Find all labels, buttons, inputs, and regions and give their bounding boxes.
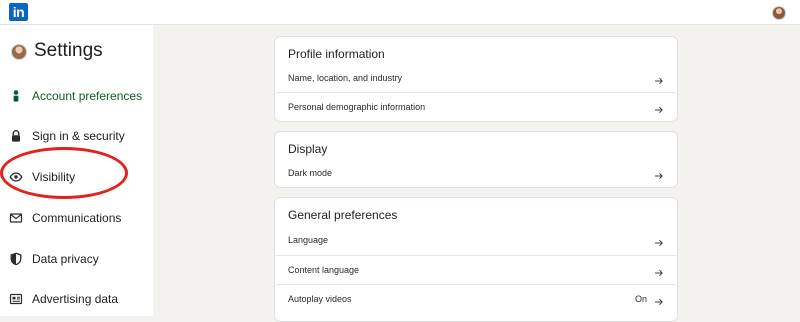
sidebar-item-advertising-data[interactable]: Advertising data [0,285,153,313]
sidebar-item-visibility[interactable]: Visibility [0,163,153,191]
arrow-right-icon [654,73,664,85]
profile-avatar[interactable] [772,6,786,20]
newspaper-icon [9,292,23,306]
sidebar-item-label: Account preferences [32,89,143,103]
linkedin-logo[interactable]: in [9,3,28,21]
arrow-right-icon [654,294,664,306]
eye-icon [9,170,23,184]
sidebar-item-label: Data privacy [32,252,99,266]
lock-icon [9,129,23,143]
row-label: Language [288,235,329,245]
section-title: Display [288,142,328,156]
sidebar-item-account-preferences[interactable]: Account preferences [0,82,153,110]
section-card-profile-information: Profile information Name, location, and … [274,36,678,122]
section-title: Profile information [288,47,385,61]
row-label: Content language [288,265,360,275]
row-label: Dark mode [288,168,333,178]
sidebar-item-data-privacy[interactable]: Data privacy [0,245,153,273]
arrow-right-icon [654,235,664,247]
top-navigation-bar: in [0,0,800,25]
section-title: General preferences [288,208,398,222]
settings-row-personal-demographic[interactable]: Personal demographic information [275,92,677,122]
person-icon [9,89,23,103]
settings-row-name-location-industry[interactable]: Name, location, and industry [275,64,677,93]
settings-sidebar: Settings Account preferences Sign in & s… [0,25,153,316]
settings-row-autoplay-videos[interactable]: Autoplay videos On [275,284,677,314]
section-card-general-preferences: General preferences Language Content lan… [274,197,678,322]
settings-row-dark-mode[interactable]: Dark mode [275,159,677,188]
row-label: Autoplay videos [288,294,352,304]
settings-row-content-language[interactable]: Content language [275,255,677,285]
sidebar-item-label: Sign in & security [32,129,125,143]
arrow-right-icon [654,102,664,114]
row-label: Personal demographic information [288,102,426,112]
row-value: On [634,294,647,304]
envelope-icon [9,211,23,225]
sidebar-item-communications[interactable]: Communications [0,204,153,232]
section-card-display: Display Dark mode [274,131,678,188]
avatar [11,44,27,60]
arrow-right-icon [654,265,664,277]
row-label: Name, location, and industry [288,73,403,83]
sidebar-item-label: Visibility [32,170,76,184]
sidebar-item-label: Advertising data [32,292,119,306]
shield-icon [9,252,23,266]
settings-row-language[interactable]: Language [275,226,677,255]
sidebar-item-label: Communications [32,211,122,225]
sidebar-item-sign-in-security[interactable]: Sign in & security [0,122,153,150]
arrow-right-icon [654,168,664,180]
page-title: Settings [34,40,103,61]
